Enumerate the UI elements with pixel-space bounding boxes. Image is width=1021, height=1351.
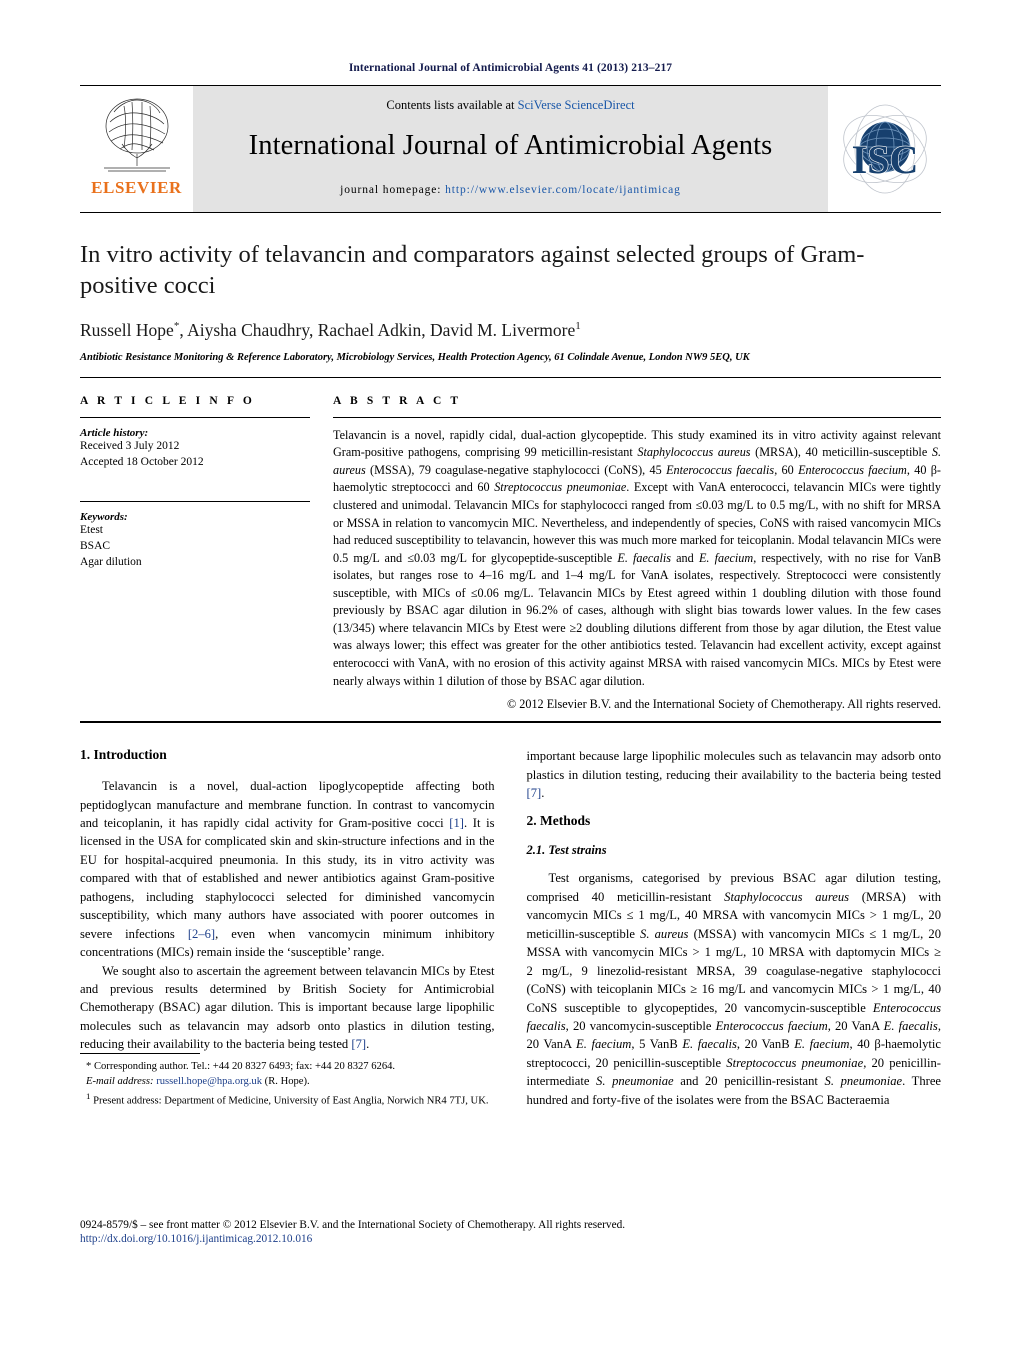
intro-paragraph-2-continued: important because large lipophilic molec… [526,749,942,801]
body-columns: 1. Introduction Telavancin is a novel, d… [80,723,941,1109]
footnote-rule [80,1053,200,1055]
isc-globe-icon: ISC [842,104,927,194]
sciencedirect-link[interactable]: SciVerse ScienceDirect [518,98,635,112]
footnote-corresponding-author: * Corresponding author. Tel.: +44 20 832… [86,1061,396,1073]
masthead-band: Contents lists available at SciVerse Sci… [193,86,828,212]
homepage-label: journal homepage: [340,184,442,196]
test-strains-paragraph: Test organisms, categorised by previous … [526,871,942,1107]
isc-society-logo: ISC [828,86,941,212]
front-matter-line: 0924-8579/$ – see front matter © 2012 El… [80,1219,626,1231]
keyword-item: BSAC [80,540,111,553]
keywords-rule [80,501,310,503]
article-info-heading: A R T I C L E I N F O [80,394,255,407]
page-title: In vitro activity of telavancin and comp… [80,241,865,300]
contents-available-line: Contents lists available at SciVerse Sci… [386,98,634,113]
title-block: In vitro activity of telavancin and comp… [80,213,941,363]
email-attribution: (R. Hope). [264,1075,310,1087]
keywords-label: Keywords: [80,511,128,524]
column-spacer [527,802,942,813]
subsection-heading-test-strains: 2.1. Test strains [526,843,607,858]
footnote-present-address: 1 Present address: Department of Medicin… [86,1090,489,1107]
email-link[interactable]: russell.hope@hpa.org.uk [156,1076,262,1087]
homepage-url-link[interactable]: http://www.elsevier.com/locate/ijantimic… [445,184,681,196]
section-heading-introduction: 1. Introduction [80,747,167,763]
article-history-received: Received 3 July 2012 [80,439,180,452]
keyword-item: Agar dilution [80,556,142,569]
abstract-copyright: © 2012 Elsevier B.V. and the Internation… [506,697,941,712]
section-heading-methods: 2. Methods [526,813,591,829]
journal-homepage-line: journal homepage: http://www.elsevier.co… [340,184,681,196]
abstract-text: Telavancin is a novel, rapidly cidal, du… [333,427,941,688]
keyword-item: Etest [80,524,103,537]
article-history-accepted: Accepted 18 October 2012 [80,455,204,468]
abstract-rule [333,416,941,418]
footnotes: * Corresponding author. Tel.: +44 20 832… [80,1053,495,1109]
article-history-label: Article history: [80,426,149,439]
footnote-email: E-mail address: russell.hope@hpa.org.uk … [80,1075,495,1090]
abstract-column: A B S T R A C T Telavancin is a novel, r… [330,395,941,712]
author-list: Russell Hope*, Aiysha Chaudhry, Rachael … [80,319,581,340]
article-page: International Journal of Antimicrobial A… [0,0,1021,1351]
bottom-matter: 0924-8579/$ – see front matter © 2012 El… [80,1219,941,1245]
article-info-column: A R T I C L E I N F O Article history: R… [80,395,330,712]
elsevier-logo: ELSEVIER [80,86,193,212]
affiliation: Antibiotic Resistance Monitoring & Refer… [80,351,750,363]
info-abstract-region: A R T I C L E I N F O Article history: R… [80,378,941,712]
abstract-heading: A B S T R A C T [333,394,462,407]
elsevier-tree-icon [103,98,170,172]
intro-paragraph-1: Telavancin is a novel, dual-action lipog… [80,779,495,960]
article-info-rule [80,416,310,418]
email-address-label: E-mail address: [86,1075,154,1087]
doi-link[interactable]: http://dx.doi.org/10.1016/j.ijantimicag.… [80,1233,941,1245]
journal-masthead: ELSEVIER Contents lists available at Sci… [80,86,941,212]
running-head: International Journal of Antimicrobial A… [348,62,673,74]
intro-paragraph-2: We sought also to ascertain the agreemen… [80,963,495,1052]
body-column-left: 1. Introduction Telavancin is a novel, d… [80,747,495,1109]
elsevier-wordmark: ELSEVIER [91,178,182,197]
journal-title: International Journal of Antimicrobial A… [248,130,773,161]
contents-prefix: Contents lists available at [386,98,518,112]
svg-text:ISC: ISC [851,137,918,182]
body-column-right: important because large lipophilic molec… [527,747,942,1109]
